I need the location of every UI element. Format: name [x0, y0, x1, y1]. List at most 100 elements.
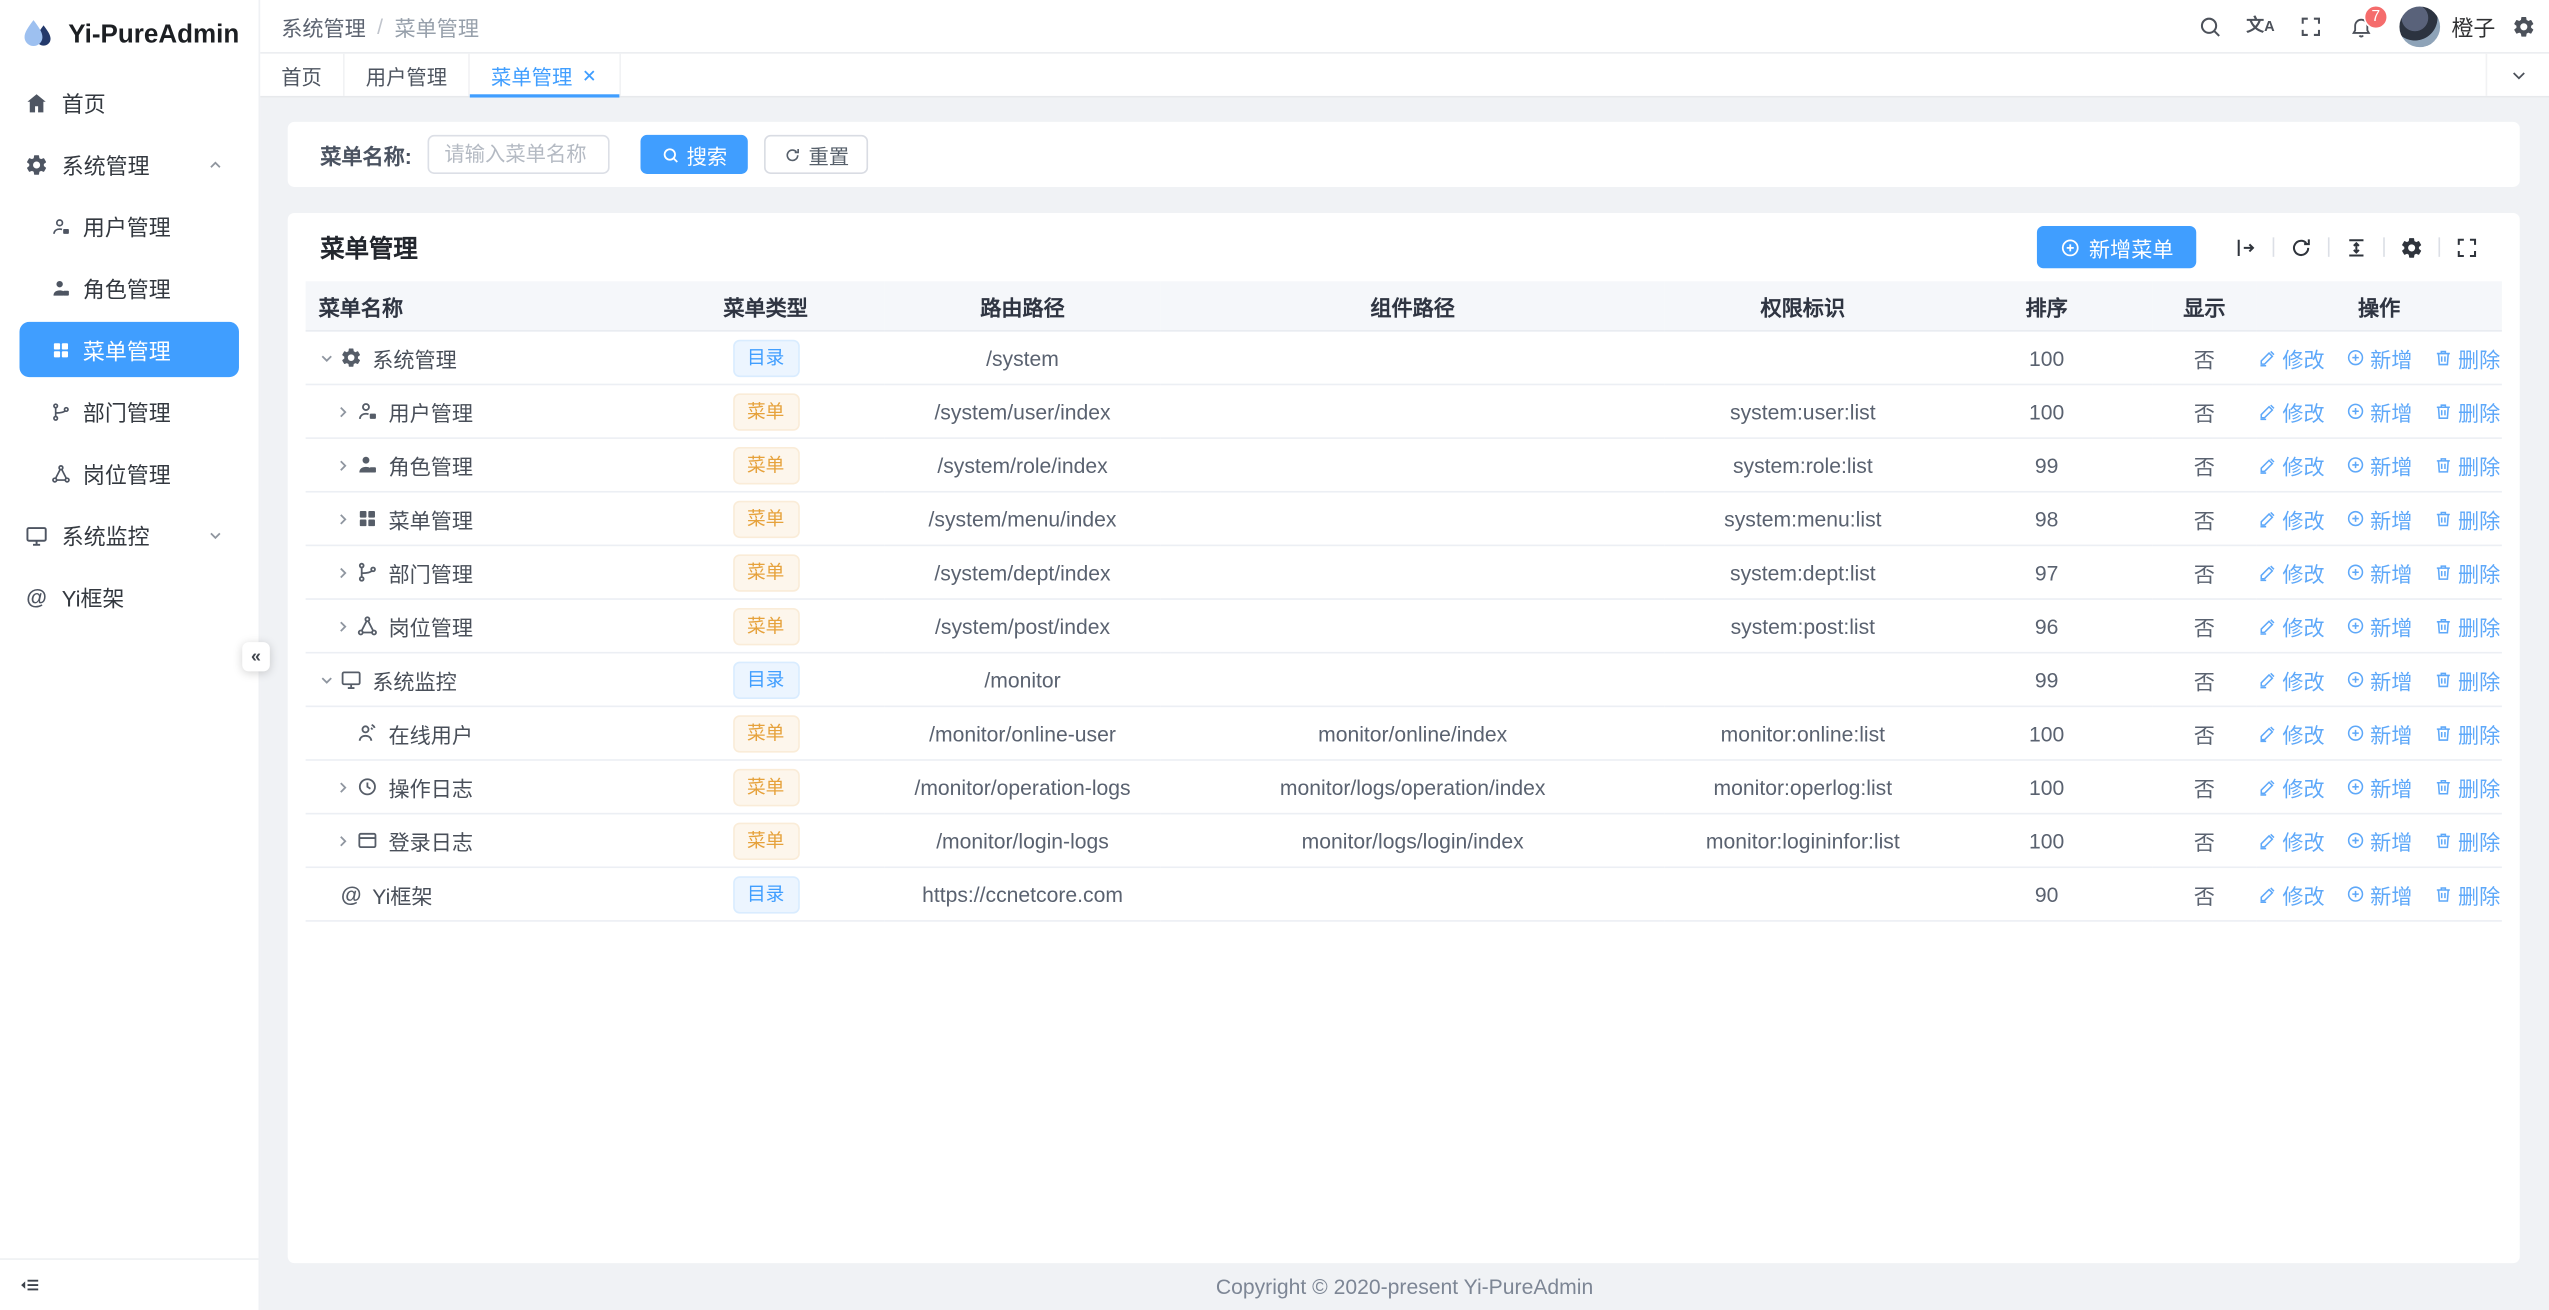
- row-expand-icon[interactable]: [330, 402, 356, 420]
- row-expand-icon[interactable]: [314, 349, 340, 367]
- delete-button[interactable]: 删除: [2434, 449, 2501, 480]
- avatar[interactable]: [2399, 6, 2440, 47]
- table-row: 在线用户菜单/monitor/online-usermonitor/online…: [306, 706, 2502, 760]
- row-expand-icon[interactable]: [330, 563, 356, 581]
- fullscreen-button[interactable]: [2286, 0, 2336, 52]
- edit-button[interactable]: 修改: [2258, 879, 2325, 910]
- add-button[interactable]: 新增: [2346, 879, 2413, 910]
- add-menu-button[interactable]: 新增菜单: [2037, 226, 2196, 268]
- search-submit-button[interactable]: 搜索: [641, 135, 748, 174]
- add-button[interactable]: 新增: [2346, 664, 2413, 695]
- gear-icon: [24, 152, 48, 176]
- delete-button[interactable]: 删除: [2434, 718, 2501, 749]
- edit-button[interactable]: 修改: [2258, 718, 2325, 749]
- delete-button[interactable]: 删除: [2434, 879, 2501, 910]
- row-expand-icon[interactable]: [330, 832, 356, 850]
- permission-cell: [1665, 331, 1941, 385]
- column-settings-icon[interactable]: [2399, 235, 2423, 259]
- row-expand-icon[interactable]: [330, 456, 356, 474]
- sidebar-item-monitor[interactable]: 系统监控: [20, 507, 239, 562]
- expand-all-icon[interactable]: [2234, 235, 2258, 259]
- add-button[interactable]: 新增: [2346, 771, 2413, 802]
- edit-button[interactable]: 修改: [2258, 557, 2325, 588]
- language-button[interactable]: 文A: [2235, 0, 2285, 52]
- delete-button[interactable]: 删除: [2434, 771, 2501, 802]
- delete-button[interactable]: 删除: [2434, 610, 2501, 641]
- actions-cell: 修改新增删除: [2256, 545, 2501, 599]
- sidebar-item-dept[interactable]: 部门管理: [20, 384, 239, 439]
- density-icon[interactable]: [2344, 235, 2368, 259]
- edit-button[interactable]: 修改: [2258, 664, 2325, 695]
- tab-menu[interactable]: 菜单管理: [470, 54, 621, 96]
- table-body: 系统管理目录/system100否修改新增删除用户管理菜单/system/use…: [306, 331, 2502, 921]
- row-expand-icon[interactable]: [330, 617, 356, 635]
- home-icon: [24, 90, 48, 114]
- sidebar-item-menu[interactable]: 菜单管理: [20, 322, 239, 377]
- sidebar-item-system[interactable]: 系统管理: [20, 137, 239, 192]
- tab-close-icon[interactable]: [580, 66, 598, 84]
- notifications-button[interactable]: 7: [2336, 0, 2386, 52]
- table-row: 菜单管理菜单/system/menu/indexsystem:menu:list…: [306, 492, 2502, 546]
- username[interactable]: 橙子: [2451, 10, 2495, 43]
- tab-user[interactable]: 用户管理: [345, 54, 470, 96]
- table-row: 登录日志菜单/monitor/login-logsmonitor/logs/lo…: [306, 814, 2502, 868]
- delete-button[interactable]: 删除: [2434, 557, 2501, 588]
- edit-button[interactable]: 修改: [2258, 825, 2325, 856]
- sidebar-item-label: 岗位管理: [83, 457, 171, 490]
- sidebar-item-user[interactable]: 用户管理: [20, 198, 239, 253]
- add-button[interactable]: 新增: [2346, 718, 2413, 749]
- edit-icon: [2258, 509, 2278, 529]
- menu-name: 系统管理: [372, 342, 457, 373]
- table-row: 用户管理菜单/system/user/indexsystem:user:list…: [306, 384, 2502, 438]
- row-expand-icon[interactable]: [330, 510, 356, 528]
- sidebar-collapse-button[interactable]: «: [242, 642, 270, 671]
- add-button[interactable]: 新增: [2346, 342, 2413, 373]
- delete-button[interactable]: 删除: [2434, 825, 2501, 856]
- sidebar-item-yi[interactable]: @Yi框架: [20, 569, 239, 624]
- breadcrumb-item-system[interactable]: 系统管理: [281, 11, 366, 42]
- tabs-menu-button[interactable]: [2486, 54, 2549, 96]
- menu-name-input[interactable]: [428, 135, 610, 174]
- edit-button[interactable]: 修改: [2258, 396, 2325, 427]
- delete-button[interactable]: 删除: [2434, 503, 2501, 534]
- permission-cell: system:menu:list: [1665, 492, 1941, 546]
- add-button[interactable]: 新增: [2346, 396, 2413, 427]
- post-nodes-icon: [356, 614, 379, 637]
- edit-button[interactable]: 修改: [2258, 449, 2325, 480]
- add-button[interactable]: 新增: [2346, 825, 2413, 856]
- tab-bar: 首页用户管理菜单管理: [260, 54, 2549, 98]
- add-button[interactable]: 新增: [2346, 557, 2413, 588]
- add-circle-icon: [2346, 455, 2366, 475]
- collapse-menu-icon[interactable]: [18, 1273, 42, 1297]
- reset-button[interactable]: 重置: [765, 135, 869, 174]
- sidebar-item-home[interactable]: 首页: [20, 75, 239, 130]
- visible-cell: 否: [2152, 492, 2256, 546]
- app-root: Yi-PureAdmin 首页系统管理用户管理角色管理菜单管理部门管理岗位管理系…: [0, 0, 2549, 1310]
- tab-home[interactable]: 首页: [260, 54, 345, 96]
- edit-button[interactable]: 修改: [2258, 771, 2325, 802]
- sort-cell: 100: [1941, 814, 2152, 868]
- sidebar-item-role[interactable]: 角色管理: [20, 260, 239, 315]
- fullscreen-icon[interactable]: [2455, 235, 2479, 259]
- menu-name: 系统监控: [372, 664, 457, 695]
- search-button[interactable]: [2185, 0, 2235, 52]
- sidebar-item-post[interactable]: 岗位管理: [20, 445, 239, 500]
- refresh-icon[interactable]: [2289, 235, 2313, 259]
- row-expand-icon[interactable]: [314, 671, 340, 689]
- delete-button[interactable]: 删除: [2434, 396, 2501, 427]
- add-circle-icon: [2346, 348, 2366, 368]
- delete-button-label: 删除: [2458, 342, 2500, 373]
- row-expand-icon[interactable]: [330, 778, 356, 796]
- component-path-cell: [1161, 545, 1665, 599]
- add-button[interactable]: 新增: [2346, 449, 2413, 480]
- settings-button[interactable]: [2499, 0, 2549, 52]
- edit-button[interactable]: 修改: [2258, 610, 2325, 641]
- add-button[interactable]: 新增: [2346, 503, 2413, 534]
- edit-button[interactable]: 修改: [2258, 503, 2325, 534]
- add-button[interactable]: 新增: [2346, 610, 2413, 641]
- edit-button[interactable]: 修改: [2258, 342, 2325, 373]
- menu-name-cell: 在线用户: [306, 706, 647, 760]
- app-logo[interactable]: Yi-PureAdmin: [0, 0, 258, 63]
- delete-button[interactable]: 删除: [2434, 342, 2501, 373]
- delete-button[interactable]: 删除: [2434, 664, 2501, 695]
